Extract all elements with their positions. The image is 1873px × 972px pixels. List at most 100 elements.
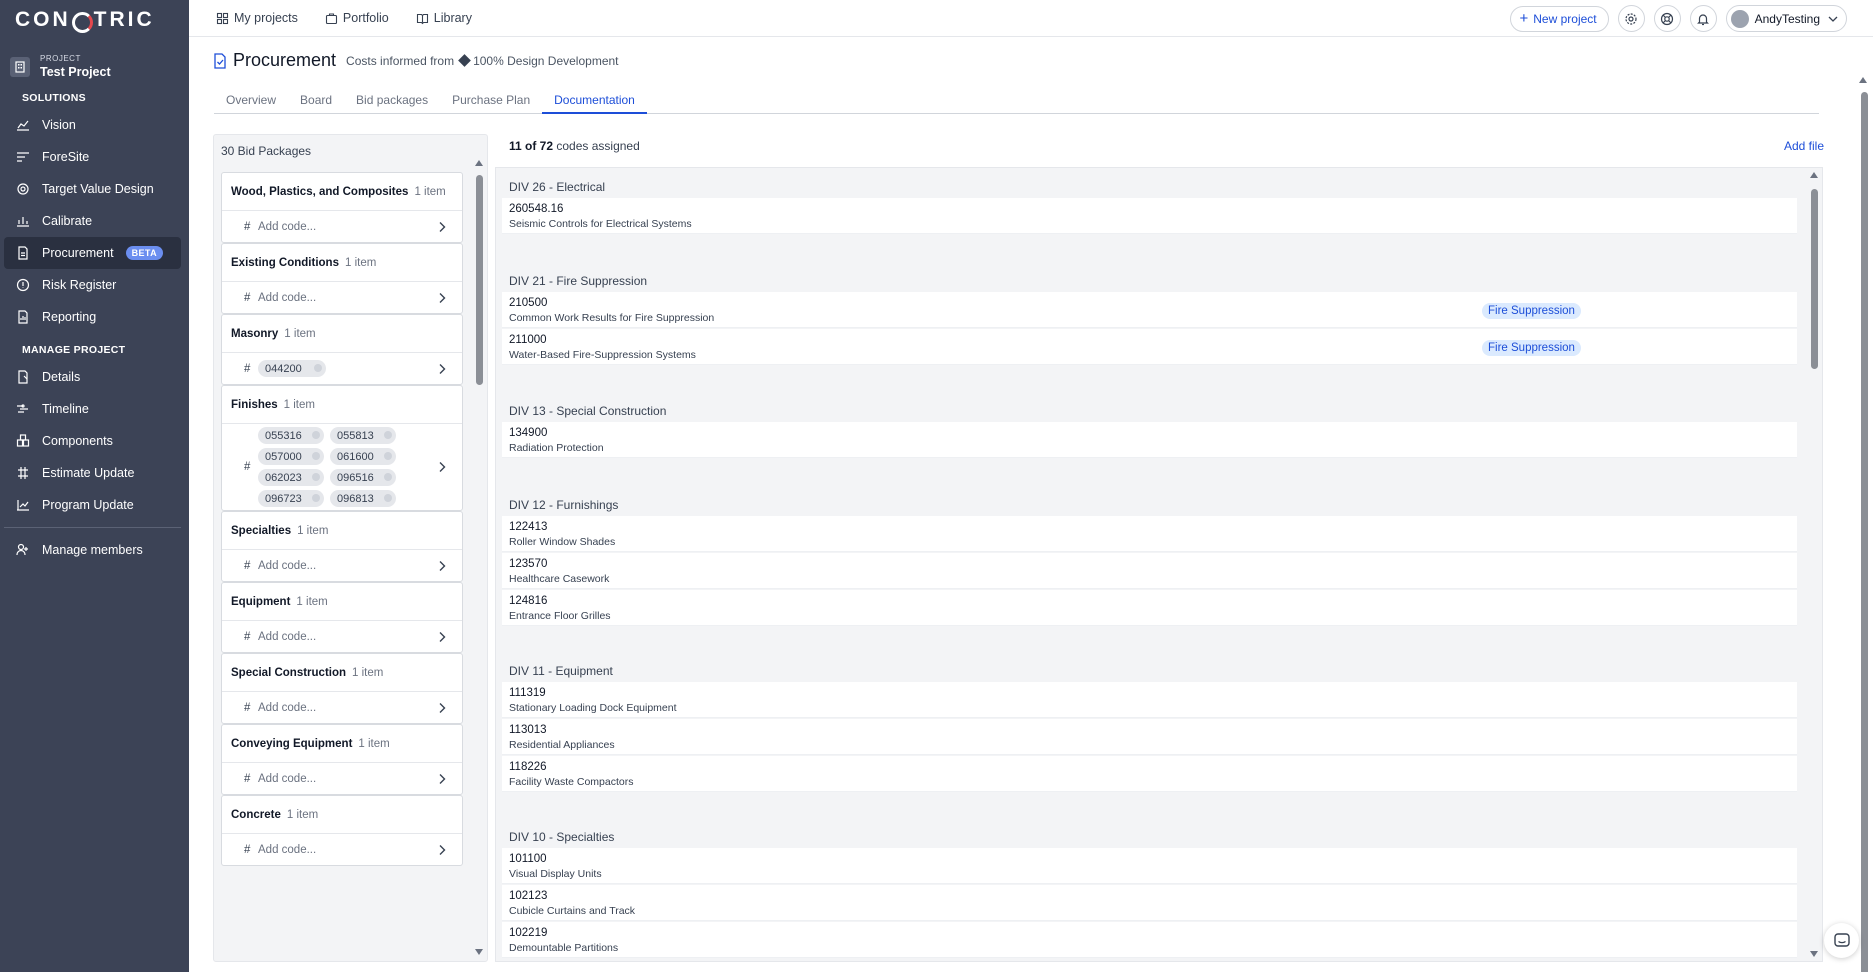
scroll-up-icon[interactable] xyxy=(475,160,483,166)
code-chip[interactable]: 096813 xyxy=(330,490,396,507)
bid-package-card[interactable]: Specialties 1 item # Add code... xyxy=(221,511,463,582)
code-chip[interactable]: 096516 xyxy=(330,469,396,486)
bid-package-card[interactable]: Masonry 1 item #044200 xyxy=(221,314,463,385)
sidebar-item-target-value-design[interactable]: Target Value Design xyxy=(4,173,181,205)
nav-my-projects[interactable]: My projects xyxy=(216,11,298,25)
tab-purchase-plan[interactable]: Purchase Plan xyxy=(440,93,542,114)
bid-package-header[interactable]: Specialties 1 item xyxy=(222,512,462,550)
scrollbar-thumb[interactable] xyxy=(1811,189,1818,369)
nav-library[interactable]: Library xyxy=(416,11,472,25)
bid-package-header[interactable]: Finishes 1 item xyxy=(222,386,462,424)
code-chip[interactable]: 055813 xyxy=(330,427,396,444)
bid-package-card[interactable]: Finishes 1 item #055316 055813 057000 061600 0… xyxy=(221,385,463,511)
user-menu[interactable]: AndyTesting xyxy=(1725,5,1847,32)
scroll-down-icon[interactable] xyxy=(475,949,483,955)
sidebar-item-risk-register[interactable]: Risk Register xyxy=(4,269,181,301)
chevron-right-icon[interactable] xyxy=(439,702,446,713)
bid-package-header[interactable]: Masonry 1 item xyxy=(222,315,462,353)
chat-support-button[interactable] xyxy=(1824,923,1859,958)
code-row[interactable]: 260548.16 Seismic Controls for Electrical… xyxy=(502,198,1797,234)
scrollbar-thumb[interactable] xyxy=(1861,92,1868,972)
bid-package-header[interactable]: Conveying Equipment 1 item xyxy=(222,725,462,763)
chevron-right-icon[interactable] xyxy=(439,773,446,784)
code-row[interactable]: 102219 Demountable Partitions xyxy=(502,922,1797,958)
bid-package-tag[interactable]: Fire Suppression xyxy=(1482,303,1581,319)
chevron-right-icon[interactable] xyxy=(439,560,446,571)
bid-package-card[interactable]: Existing Conditions 1 item # Add code... xyxy=(221,243,463,314)
code-row[interactable]: 210500 Common Work Results for Fire Suppr… xyxy=(502,292,1797,328)
tab-documentation[interactable]: Documentation xyxy=(542,93,647,114)
bid-package-header[interactable]: Concrete 1 item xyxy=(222,796,462,834)
sidebar-item-procurement[interactable]: Procurement BETA xyxy=(4,237,181,269)
sidebar-item-calibrate[interactable]: Calibrate xyxy=(4,205,181,237)
code-row[interactable]: 124816 Entrance Floor Grilles xyxy=(502,590,1797,626)
sidebar-item-timeline[interactable]: Timeline xyxy=(4,393,181,425)
bid-package-card[interactable]: Special Construction 1 item # Add code... xyxy=(221,653,463,724)
add-code-input[interactable]: Add code... xyxy=(258,292,316,304)
code-row[interactable]: 118226 Facility Waste Compactors xyxy=(502,756,1797,792)
bid-package-card[interactable]: Concrete 1 item # Add code... xyxy=(221,795,463,866)
bid-packages-scrollbar[interactable] xyxy=(474,160,484,955)
sidebar-item-reporting[interactable]: Reporting xyxy=(4,301,181,333)
codes-scrollbar[interactable] xyxy=(1809,172,1819,957)
help-button[interactable] xyxy=(1653,5,1681,32)
bid-package-header[interactable]: Wood, Plastics, and Composites 1 item xyxy=(222,173,462,211)
chevron-right-icon[interactable] xyxy=(439,631,446,642)
code-chip[interactable]: 057000 xyxy=(258,448,324,465)
scroll-up-icon[interactable] xyxy=(1859,77,1867,83)
settings-button[interactable] xyxy=(1617,5,1645,32)
code-chip[interactable]: 062023 xyxy=(258,469,324,486)
sidebar-item-details[interactable]: Details xyxy=(4,361,181,393)
scrollbar-thumb[interactable] xyxy=(476,175,483,385)
code-row[interactable]: 113013 Residential Appliances xyxy=(502,719,1797,755)
add-code-input[interactable]: Add code... xyxy=(258,773,316,785)
code-row[interactable]: 122413 Roller Window Shades xyxy=(502,516,1797,552)
sidebar-item-foresite[interactable]: ForeSite xyxy=(4,141,181,173)
add-code-input[interactable]: Add code... xyxy=(258,631,316,643)
code-chip[interactable]: 044200 xyxy=(258,360,326,377)
bid-package-header[interactable]: Equipment 1 item xyxy=(222,583,462,621)
tab-board[interactable]: Board xyxy=(288,93,344,114)
sidebar-item-program-update[interactable]: Program Update xyxy=(4,489,181,521)
chevron-right-icon[interactable] xyxy=(439,363,446,374)
chevron-right-icon[interactable] xyxy=(439,221,446,232)
code-chip[interactable]: 096723 xyxy=(258,490,324,507)
bid-package-card[interactable]: Equipment 1 item # Add code... xyxy=(221,582,463,653)
chevron-right-icon[interactable] xyxy=(439,462,446,473)
sidebar-item-estimate-update[interactable]: Estimate Update xyxy=(4,457,181,489)
add-code-input[interactable]: Add code... xyxy=(258,560,316,572)
sidebar-item-components[interactable]: Components xyxy=(4,425,181,457)
scroll-up-icon[interactable] xyxy=(1810,172,1818,178)
costs-source[interactable]: 100% Design Development xyxy=(473,54,618,68)
concentric-logo[interactable]: CON TRIC xyxy=(0,0,189,40)
code-row[interactable]: 211000 Water-Based Fire-Suppression Syste… xyxy=(502,329,1797,365)
add-file-link[interactable]: Add file xyxy=(1784,139,1824,153)
add-code-input[interactable]: Add code... xyxy=(258,221,316,233)
sidebar-item-manage-members[interactable]: Manage members xyxy=(4,534,181,566)
code-row[interactable]: 134900 Radiation Protection xyxy=(502,422,1797,458)
bid-package-header[interactable]: Special Construction 1 item xyxy=(222,654,462,692)
page-scrollbar[interactable] xyxy=(1858,77,1870,972)
bid-package-tag[interactable]: Fire Suppression xyxy=(1482,340,1581,356)
code-chip[interactable]: 061600 xyxy=(330,448,396,465)
nav-portfolio[interactable]: Portfolio xyxy=(325,11,389,25)
scroll-down-icon[interactable] xyxy=(1810,951,1818,957)
add-code-input[interactable]: Add code... xyxy=(258,702,316,714)
chevron-right-icon[interactable] xyxy=(439,844,446,855)
code-row[interactable]: 101100 Visual Display Units xyxy=(502,848,1797,884)
bid-package-header[interactable]: Existing Conditions 1 item xyxy=(222,244,462,282)
code-row[interactable]: 102123 Cubicle Curtains and Track xyxy=(502,885,1797,921)
new-project-button[interactable]: + New project xyxy=(1509,5,1609,32)
sidebar-item-vision[interactable]: Vision xyxy=(4,109,181,141)
tab-bid-packages[interactable]: Bid packages xyxy=(344,93,440,114)
project-selector[interactable]: PROJECT Test Project xyxy=(0,40,189,87)
tab-overview[interactable]: Overview xyxy=(214,93,288,114)
chevron-right-icon[interactable] xyxy=(439,292,446,303)
notifications-button[interactable] xyxy=(1689,5,1717,32)
code-chip[interactable]: 055316 xyxy=(258,427,324,444)
bid-package-card[interactable]: Wood, Plastics, and Composites 1 item # Add… xyxy=(221,172,463,243)
bid-package-card[interactable]: Conveying Equipment 1 item # Add code... xyxy=(221,724,463,795)
code-row[interactable]: 123570 Healthcare Casework xyxy=(502,553,1797,589)
add-code-input[interactable]: Add code... xyxy=(258,844,316,856)
code-row[interactable]: 111319 Stationary Loading Dock Equipment xyxy=(502,682,1797,718)
